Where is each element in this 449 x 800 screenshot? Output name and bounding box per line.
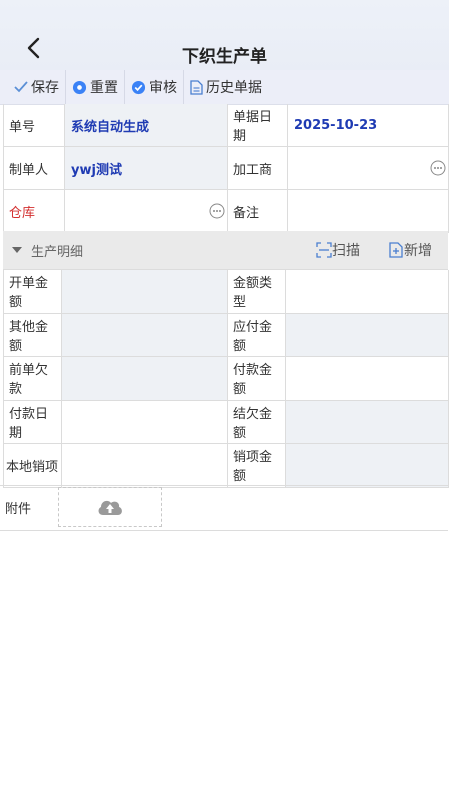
reset-circle-icon bbox=[72, 80, 87, 94]
order-no-label: 单号 bbox=[4, 104, 65, 146]
attachment-label: 附件 bbox=[5, 502, 32, 517]
amount-type-label: 金额类型 bbox=[228, 270, 286, 313]
section-title: 生产明细 bbox=[31, 244, 84, 260]
save-button[interactable]: 保存 bbox=[0, 70, 66, 104]
history-label: 历史单据 bbox=[206, 80, 262, 96]
payable-amount-label: 应付金额 bbox=[228, 313, 286, 356]
processor-label: 加工商 bbox=[228, 147, 288, 189]
payable-amount-value bbox=[286, 313, 449, 356]
scan-label: 扫描 bbox=[332, 243, 360, 259]
check-circle-icon bbox=[131, 80, 146, 94]
add-document-icon bbox=[389, 242, 403, 258]
production-detail-section: 生产明细 扫描 新增 bbox=[3, 231, 448, 270]
form-row: 仓库 备注 bbox=[4, 190, 449, 233]
order-date-field[interactable]: 2025-10-23 bbox=[288, 104, 449, 146]
caret-down-icon[interactable] bbox=[12, 246, 22, 254]
page-title: 下织生产单 bbox=[182, 47, 267, 67]
paid-amount-field[interactable] bbox=[286, 357, 449, 400]
order-form: 单号 系统自动生成 单据日期 2025-10-23 制单人 ywj测试 加工商 … bbox=[3, 104, 449, 233]
audit-label: 审核 bbox=[149, 80, 177, 96]
form-row: 开单金额 金额类型 bbox=[4, 270, 449, 314]
form-row: 制单人 ywj测试 加工商 bbox=[4, 147, 449, 190]
prev-debt-value bbox=[62, 357, 228, 400]
paid-amount-label: 付款金额 bbox=[228, 357, 286, 400]
remark-label: 备注 bbox=[228, 190, 288, 232]
scan-button[interactable]: 扫描 bbox=[316, 240, 360, 260]
finance-form: 开单金额 金额类型 其他金额 应付金额 前单欠款 付款金额 付款日期 结欠金额 … bbox=[3, 270, 449, 488]
other-amount-value bbox=[62, 313, 228, 356]
writeoff-amount-value bbox=[286, 444, 449, 487]
audit-button[interactable]: 审核 bbox=[125, 70, 184, 104]
processor-field[interactable] bbox=[288, 147, 449, 189]
check-icon bbox=[14, 81, 28, 93]
more-options-icon[interactable] bbox=[430, 160, 446, 176]
header-bar: 下织生产单 bbox=[0, 0, 449, 70]
outstanding-amount-label: 结欠金额 bbox=[228, 400, 286, 443]
toolbar: 保存 重置 审核 历史单据 bbox=[0, 70, 449, 105]
local-writeoff-label: 本地销项 bbox=[4, 444, 62, 487]
outstanding-amount-value bbox=[286, 400, 449, 443]
document-icon bbox=[190, 79, 203, 95]
order-date-label: 单据日期 bbox=[228, 104, 288, 146]
form-row: 前单欠款 付款金额 bbox=[4, 357, 449, 401]
other-amount-label: 其他金额 bbox=[4, 313, 62, 356]
warehouse-field[interactable] bbox=[65, 190, 228, 232]
pay-date-field[interactable] bbox=[62, 400, 228, 443]
save-label: 保存 bbox=[31, 80, 59, 96]
form-row: 其他金额 应付金额 bbox=[4, 313, 449, 357]
form-row: 本地销项 销项金额 bbox=[4, 444, 449, 488]
maker-value: ywj测试 bbox=[65, 147, 228, 189]
warehouse-label: 仓库 bbox=[4, 190, 65, 232]
form-row: 付款日期 结欠金额 bbox=[4, 400, 449, 444]
writeoff-amount-label: 销项金额 bbox=[228, 444, 286, 487]
attachment-row: 附件 bbox=[0, 485, 448, 531]
add-label: 新增 bbox=[404, 243, 432, 259]
upload-button[interactable] bbox=[58, 487, 162, 527]
reset-button[interactable]: 重置 bbox=[66, 70, 125, 104]
local-writeoff-field[interactable] bbox=[62, 444, 228, 487]
remark-field[interactable] bbox=[288, 190, 449, 232]
pay-date-label: 付款日期 bbox=[4, 400, 62, 443]
form-row: 单号 系统自动生成 单据日期 2025-10-23 bbox=[4, 104, 449, 147]
maker-label: 制单人 bbox=[4, 147, 65, 189]
scan-icon bbox=[316, 242, 332, 258]
add-button[interactable]: 新增 bbox=[388, 240, 432, 260]
prev-debt-label: 前单欠款 bbox=[4, 357, 62, 400]
order-no-value: 系统自动生成 bbox=[65, 104, 228, 146]
amount-type-field[interactable] bbox=[286, 270, 449, 313]
opening-amount-value bbox=[62, 270, 228, 313]
reset-label: 重置 bbox=[90, 80, 118, 96]
opening-amount-label: 开单金额 bbox=[4, 270, 62, 313]
more-options-icon[interactable] bbox=[209, 203, 225, 219]
history-button[interactable]: 历史单据 bbox=[184, 70, 268, 104]
cloud-upload-icon bbox=[98, 500, 122, 515]
